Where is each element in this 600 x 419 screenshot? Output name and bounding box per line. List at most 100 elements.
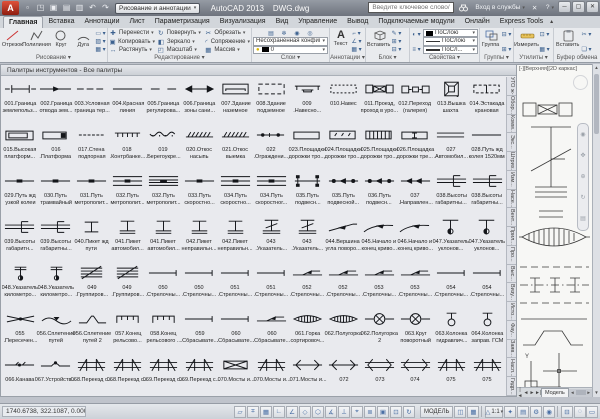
match-props-icon[interactable]: ≡ ▾ [411, 45, 422, 53]
modify-Обрезать[interactable]: ✂Обрезать▾ [204, 29, 250, 37]
color-wheel-icon[interactable]: ◐ ▾ [411, 30, 422, 38]
undo-button[interactable]: ↶ [86, 2, 99, 14]
palette-tool[interactable]: 068.Переезд с... [74, 353, 110, 396]
layer-state-dropdown[interactable]: Несохраненная конфигурация сло... ▾ [253, 37, 328, 46]
showmotion-icon[interactable]: ▤ [580, 216, 586, 222]
palette-tool[interactable]: 031.Путьметрополит... [74, 169, 110, 215]
panel-caption-draw[interactable]: Рисование ▾ [0, 54, 107, 62]
annotation-autoscale-button[interactable]: ▤ [517, 406, 529, 418]
signin-button[interactable]: Вход в службы ▾ [473, 2, 526, 13]
palette-tool[interactable]: 045.Начало иконец криво... [361, 215, 397, 261]
palette-tool[interactable]: 075 [469, 353, 505, 396]
palette-tool[interactable]: 047.Указательуклонов... [433, 215, 469, 261]
canvas-symbol-kilometer-post[interactable] [531, 127, 571, 217]
palette-tool[interactable]: 001.Границаземлепольз... [2, 77, 38, 123]
tab-Вставка[interactable]: Вставка [43, 16, 79, 28]
palette-tool[interactable]: 006.Границазоны сани... [182, 77, 218, 123]
group-button[interactable]: Группа [481, 29, 501, 54]
palette-tool[interactable]: 075 [433, 353, 469, 396]
palette-tool[interactable]: 016.Платформа [38, 123, 74, 169]
palette-tool[interactable]: 051.Стрелочны... [217, 261, 253, 307]
status-toggle-selection-cycling[interactable]: ↻ [403, 406, 415, 418]
modify-Сопряжение[interactable]: ◜Сопряжение▾ [204, 38, 250, 46]
palette-tool[interactable]: 055.Пересечен... [2, 307, 38, 353]
palette-tool[interactable]: 070.Мосты и... [254, 353, 290, 396]
block-attrs-icon[interactable]: ⊟ ▾ [391, 45, 402, 53]
palette-tool[interactable]: 002.Границаотвода зем... [38, 77, 74, 123]
panel-caption-utilities[interactable]: Утилиты ▾ [514, 54, 553, 62]
hatch-icon[interactable]: ▨ ▾ [95, 38, 106, 46]
palette-tool[interactable]: 042.Пикетнеправильн... [217, 215, 253, 261]
status-toggle-transparency[interactable]: ▣ [377, 406, 389, 418]
palette-tab-Изм...[interactable]: Изм... [507, 171, 516, 190]
tab-Управление[interactable]: Управление [293, 16, 342, 28]
measure-button[interactable]: Измерить [515, 29, 539, 54]
tab-Подключаемые модули[interactable]: Подключаемые модули [373, 16, 459, 28]
palette-tool[interactable]: 064.Колонказаправ. ГСМ [469, 307, 505, 353]
tab-Главная[interactable]: Главная [3, 16, 43, 28]
scroll-left-icon[interactable]: ◄ [570, 390, 574, 395]
status-toggle-grid-display[interactable]: ▦ [260, 406, 272, 418]
palette-tool[interactable]: 007.Зданиеназемное [218, 77, 254, 123]
palette-tool[interactable]: 040.Пикет ждпути [74, 215, 110, 261]
redo-button[interactable]: ↷ [99, 2, 112, 14]
canvas-symbol-road-band[interactable] [520, 267, 589, 303]
palette-tool[interactable]: 039.Высотыгабаритн... [2, 215, 38, 261]
palette-tab-Гидр...[interactable]: Гидр... [507, 377, 516, 396]
palette-tool[interactable]: 060.Сбрасывате... [218, 307, 254, 353]
canvas-symbol-passage[interactable] [523, 103, 572, 116]
palette-tool[interactable]: 021.Откосвыемка [217, 123, 253, 169]
palette-tab-Про...[interactable]: Про... [507, 246, 516, 265]
paste-button[interactable]: Вставить [555, 29, 581, 54]
panel-caption-block[interactable]: Блок ▾ [366, 54, 409, 62]
palette-tool[interactable]: 074 [397, 353, 433, 396]
palette-tab-Насе...[interactable]: Насе... [507, 190, 516, 209]
palette-tool[interactable]: 052.Стрелочны... [289, 261, 325, 307]
palette-tool[interactable]: 068.Переезд с... [110, 353, 146, 396]
palette-tab-Исто...[interactable]: Исто... [507, 302, 516, 321]
horizontal-scrollbar[interactable]: ◄► [569, 389, 592, 397]
palette-tool[interactable]: 047.Указательуклонов... [469, 215, 505, 261]
palette-tool[interactable]: 067.Устройств... [38, 353, 74, 396]
isolate-objects-icon[interactable]: ◌ [574, 406, 586, 418]
dimension-icon[interactable]: ⌐ ▾ [351, 30, 362, 38]
canvas-symbol-platform[interactable] [521, 319, 587, 345]
copy-clip-icon[interactable]: ❏ ▾ [581, 45, 592, 53]
modify-Копировать[interactable]: ▣Копировать▾ [109, 38, 155, 46]
coordinates-readout[interactable]: 1740.6738, 322.1087, 0.0008 [2, 406, 86, 417]
palette-tool[interactable]: 005.Границарегулирова... [146, 77, 182, 123]
palette-tool[interactable]: 061.Горкасортировоч... [290, 307, 326, 353]
palette-tab-Прил...[interactable]: Прил... [507, 227, 516, 246]
palette-tool[interactable]: 053.Стрелочны... [361, 261, 397, 307]
search-input[interactable] [368, 2, 454, 13]
quick-view-layouts-button[interactable]: ◫ [454, 406, 466, 418]
palette-tool[interactable]: 027.Автомобил... [433, 123, 469, 169]
modify-Масштаб[interactable]: ◰Масштаб▾ [157, 46, 203, 54]
palette-tool[interactable]: 062.Полугорка2 [362, 307, 398, 353]
panel-caption-clipboard[interactable]: Буфер обмена [554, 54, 600, 62]
plot-button[interactable]: ▥ [73, 2, 86, 14]
tab-Визуализация[interactable]: Визуализация [215, 16, 271, 28]
palette-tool[interactable]: 049.Группиров... [74, 261, 110, 307]
rectangle-icon[interactable]: ▭ ▾ [95, 30, 106, 38]
modify-Растянуть[interactable]: ↔Растянуть▾ [109, 46, 155, 54]
palette-tool[interactable]: 051.Стрелочны... [253, 261, 289, 307]
tab-Вид[interactable]: Вид [271, 16, 294, 28]
palette-tool[interactable]: 050.Стрелочны... [181, 261, 217, 307]
palette-tool[interactable]: 033.Путьскоростно... [182, 169, 218, 215]
palette-tab-УГО ж-д[interactable]: УГО ж-д [507, 77, 516, 96]
status-toggle-quick-properties[interactable]: ⊡ [390, 406, 402, 418]
plot-notification-icon[interactable]: ⊟ [561, 406, 573, 418]
status-toggle-snap-mode[interactable]: ⌗ [247, 406, 259, 418]
palette-tool[interactable]: 063.Кругповоротный [398, 307, 434, 353]
text-button[interactable]: A Текст [331, 29, 351, 54]
palette-tool[interactable]: 028.Путь ждколея 1520мм [469, 123, 505, 169]
modify-Перенести[interactable]: ✚Перенести▾ [109, 29, 155, 37]
tab-Вывод[interactable]: Вывод [342, 16, 373, 28]
palette-tab-Насл...[interactable]: Насл... [507, 358, 516, 377]
layer-lock-icon[interactable]: ◉ [292, 29, 303, 37]
full-navigation-wheel-icon[interactable]: ◉ [580, 132, 585, 138]
palette-tab-Заяв...[interactable]: Заяв... [507, 340, 516, 359]
layer-freeze-icon[interactable]: ❄ [279, 29, 290, 37]
palette-tool[interactable]: 018.Контрбанке... [109, 123, 145, 169]
